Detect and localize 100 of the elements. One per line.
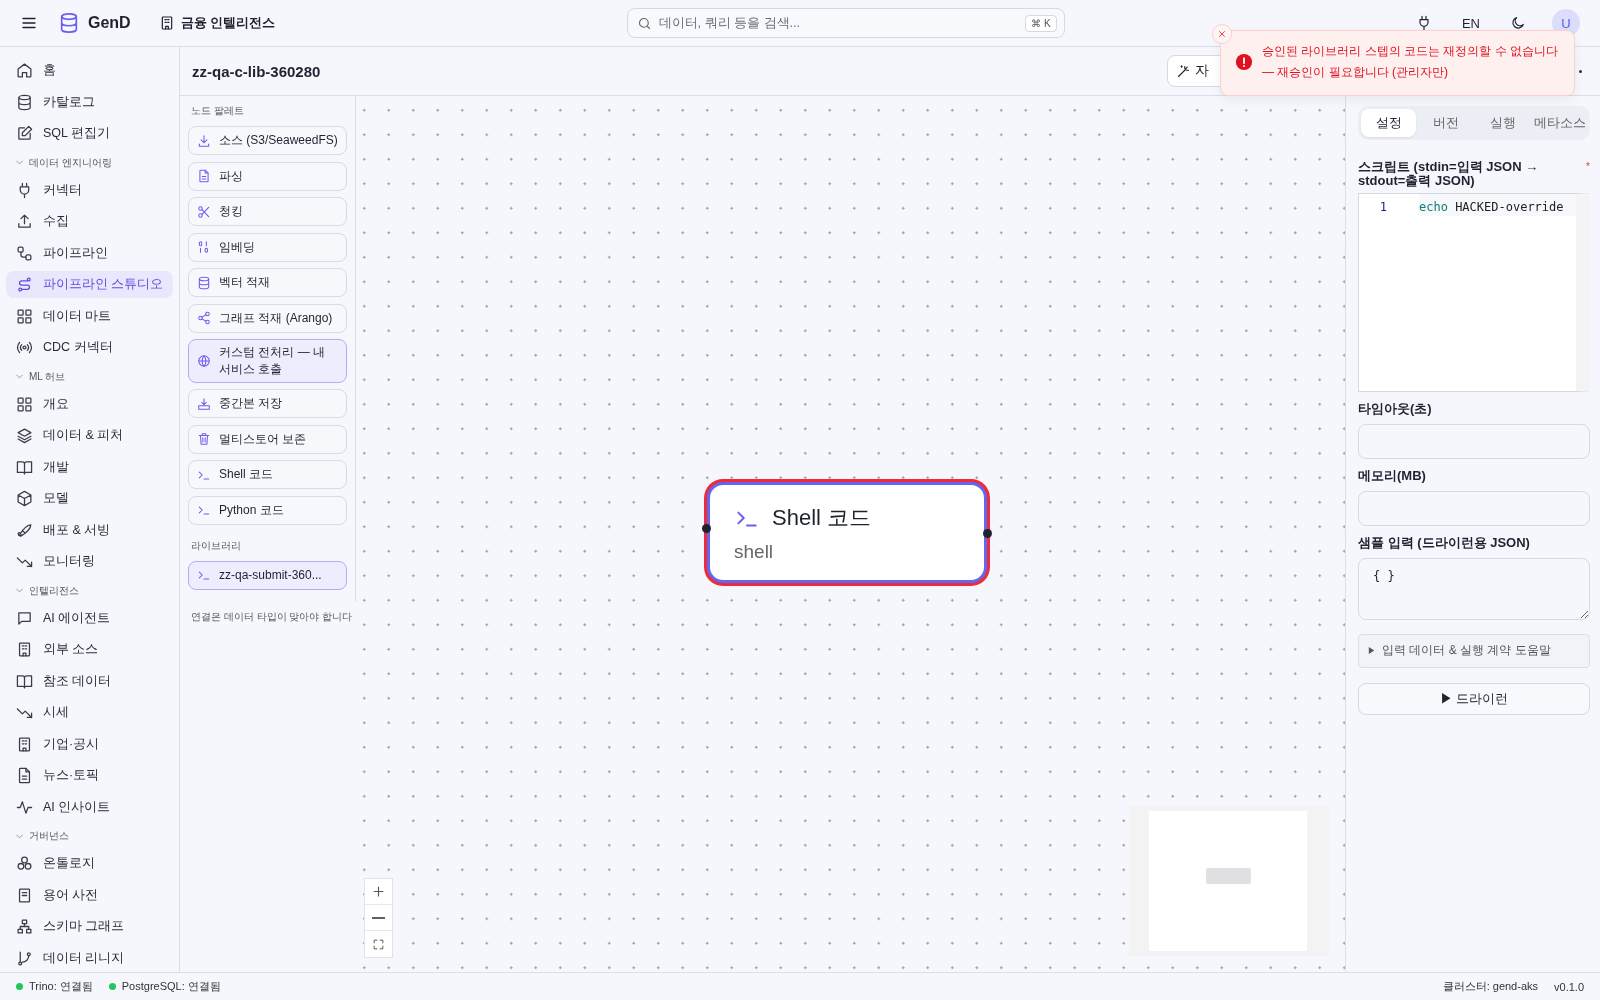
palette-item[interactable]: 벡터 적재: [188, 268, 347, 297]
field-label: 타임아웃(초): [1358, 399, 1433, 418]
edit-icon: [16, 125, 33, 142]
line-number: 1: [1378, 198, 1387, 216]
grid-icon: [16, 395, 33, 413]
upload-icon: [16, 213, 33, 230]
home-icon: [16, 62, 33, 79]
panel-tab[interactable]: 버전: [1418, 109, 1473, 137]
input-field[interactable]: [1358, 423, 1590, 459]
document-icon: [16, 767, 33, 784]
library-item[interactable]: zz-qa-submit-360...: [188, 560, 347, 590]
section-header[interactable]: ML 허브: [6, 365, 74, 388]
sidebar-item[interactable]: 배포 & 서빙: [6, 516, 173, 544]
scissors-icon: [197, 204, 211, 219]
palette-item[interactable]: 파싱: [188, 161, 347, 191]
sidebar-item[interactable]: 커넥터: [6, 176, 173, 204]
node-title: Shell 코드: [772, 504, 872, 532]
brand-name: GenD: [88, 14, 131, 32]
sidebar-item[interactable]: 데이터 리니지: [6, 944, 173, 972]
json-input-field[interactable]: { }: [1358, 557, 1590, 620]
globe-icon: [197, 353, 211, 368]
panel-tab[interactable]: 메타소스: [1532, 109, 1587, 137]
section-header[interactable]: 인텔리전스: [6, 579, 87, 602]
more-icon[interactable]: [1579, 69, 1582, 73]
circles-icon: [16, 855, 33, 872]
field-label: 스크립트 (stdin=입력 JSON → stdout=출력 JSON): [1358, 160, 1540, 189]
version-label: v0.1.0: [1554, 980, 1584, 993]
field-label: 메모리(MB): [1358, 466, 1427, 485]
workflow-icon: [16, 244, 33, 262]
sidebar-item[interactable]: 뉴스·토픽: [6, 762, 173, 789]
panel-tab[interactable]: 실행: [1475, 109, 1530, 137]
sidebar-item[interactable]: 참조 데이터: [6, 667, 173, 695]
sidebar-item[interactable]: 파이프라인 스튜디오: [6, 271, 173, 298]
help-toggle[interactable]: 입력 데이터 & 실행 계약 도움말: [1358, 633, 1590, 668]
document-icon: [197, 169, 211, 183]
required-mark: *: [1585, 160, 1590, 172]
palette-item[interactable]: 중간본 저장: [188, 389, 347, 419]
workspace-button[interactable]: 금융 인텔리전스: [154, 10, 280, 36]
sidebar-item[interactable]: SQL 편집기: [6, 120, 173, 147]
section-header[interactable]: 데이터 엔지니어링: [6, 151, 120, 174]
field-label: 샘플 입력 (드라이런용 JSON): [1358, 533, 1531, 552]
search-icon: [636, 16, 652, 31]
panel-tab[interactable]: 설정: [1361, 109, 1416, 137]
route-icon: [16, 276, 33, 293]
palette-item[interactable]: 멀티스토어 보존: [188, 424, 347, 454]
node-type: shell: [734, 541, 775, 563]
palette-item[interactable]: 임베딩: [188, 232, 347, 262]
input-handle[interactable]: [702, 524, 711, 533]
sidebar-item[interactable]: AI 에이전트: [6, 604, 173, 632]
sidebar-item[interactable]: 외부 소스: [6, 636, 173, 663]
book-icon: [16, 458, 33, 476]
sidebar-item[interactable]: CDC 커넥터: [6, 334, 173, 361]
sidebar-item[interactable]: 데이터 마트: [6, 302, 173, 330]
sidebar-item[interactable]: 카탈로그: [6, 88, 173, 116]
download-icon: [197, 133, 211, 148]
section-header[interactable]: 거버넌스: [6, 825, 77, 847]
palette-title: 노드 팔레트: [191, 104, 245, 118]
toast-message: 승인된 라이브러리 스텝의 코드는 재정의할 수 없습니다 — 재승인이 필요합니다 (관리자만): [1262, 43, 1559, 81]
sidebar-item[interactable]: 데이터 & 피처: [6, 422, 173, 449]
library-title: 라이브러리: [191, 538, 242, 553]
branch-icon: [16, 949, 33, 967]
palette-item[interactable]: 커스텀 전처리 — 내 서비스 호출: [188, 339, 347, 383]
language-button[interactable]: EN: [1457, 11, 1484, 35]
broadcast-icon: [16, 339, 33, 356]
sidebar-item[interactable]: 모델: [6, 485, 173, 512]
sidebar-item[interactable]: 용어 사전: [6, 881, 173, 909]
sidebar-item[interactable]: 시세: [6, 699, 173, 726]
sidebar-item[interactable]: 홈: [6, 57, 173, 84]
palette-item[interactable]: 그래프 적재 (Arango): [188, 303, 347, 333]
notebook-icon: [16, 886, 33, 904]
database-icon: [58, 12, 80, 34]
palette-item[interactable]: Python 코드: [188, 495, 347, 525]
code-editor[interactable]: 1 echo HACKED-override: [1358, 192, 1590, 392]
chat-icon: [16, 609, 33, 627]
sidebar-item[interactable]: 파이프라인: [6, 239, 173, 267]
wand-icon: [1176, 63, 1191, 79]
book-icon: [16, 672, 33, 690]
pulse-icon: [16, 798, 33, 816]
close-icon: [1217, 29, 1227, 39]
share-icon: [197, 311, 211, 325]
sidebar-item[interactable]: 개요: [6, 390, 173, 418]
pipeline-node[interactable]: Shell 코드 shell: [707, 482, 987, 583]
sidebar-item[interactable]: 수집: [6, 208, 173, 235]
hierarchy-icon: [16, 918, 33, 935]
sidebar-item[interactable]: AI 인사이트: [6, 793, 173, 821]
output-handle[interactable]: [983, 529, 992, 538]
sidebar-item[interactable]: 기업·공시: [6, 730, 173, 758]
building-icon: [16, 641, 33, 658]
sidebar-item[interactable]: 개발: [6, 453, 173, 481]
sidebar-item[interactable]: 온톨로지: [6, 850, 173, 877]
dry-run-button[interactable]: ▶ 드라이런: [1358, 682, 1590, 715]
sidebar-item[interactable]: 모니터링: [6, 548, 173, 575]
building-icon: [16, 735, 33, 753]
sidebar-item[interactable]: 스키마 그래프: [6, 913, 173, 940]
input-field[interactable]: [1358, 490, 1590, 526]
terminal-icon: [197, 503, 211, 518]
moon-icon: [1510, 15, 1526, 31]
palette-item[interactable]: 소스 (S3/SeaweedFS): [188, 126, 347, 155]
palette-item[interactable]: 청킹: [188, 197, 347, 226]
palette-item[interactable]: Shell 코드: [188, 460, 347, 490]
